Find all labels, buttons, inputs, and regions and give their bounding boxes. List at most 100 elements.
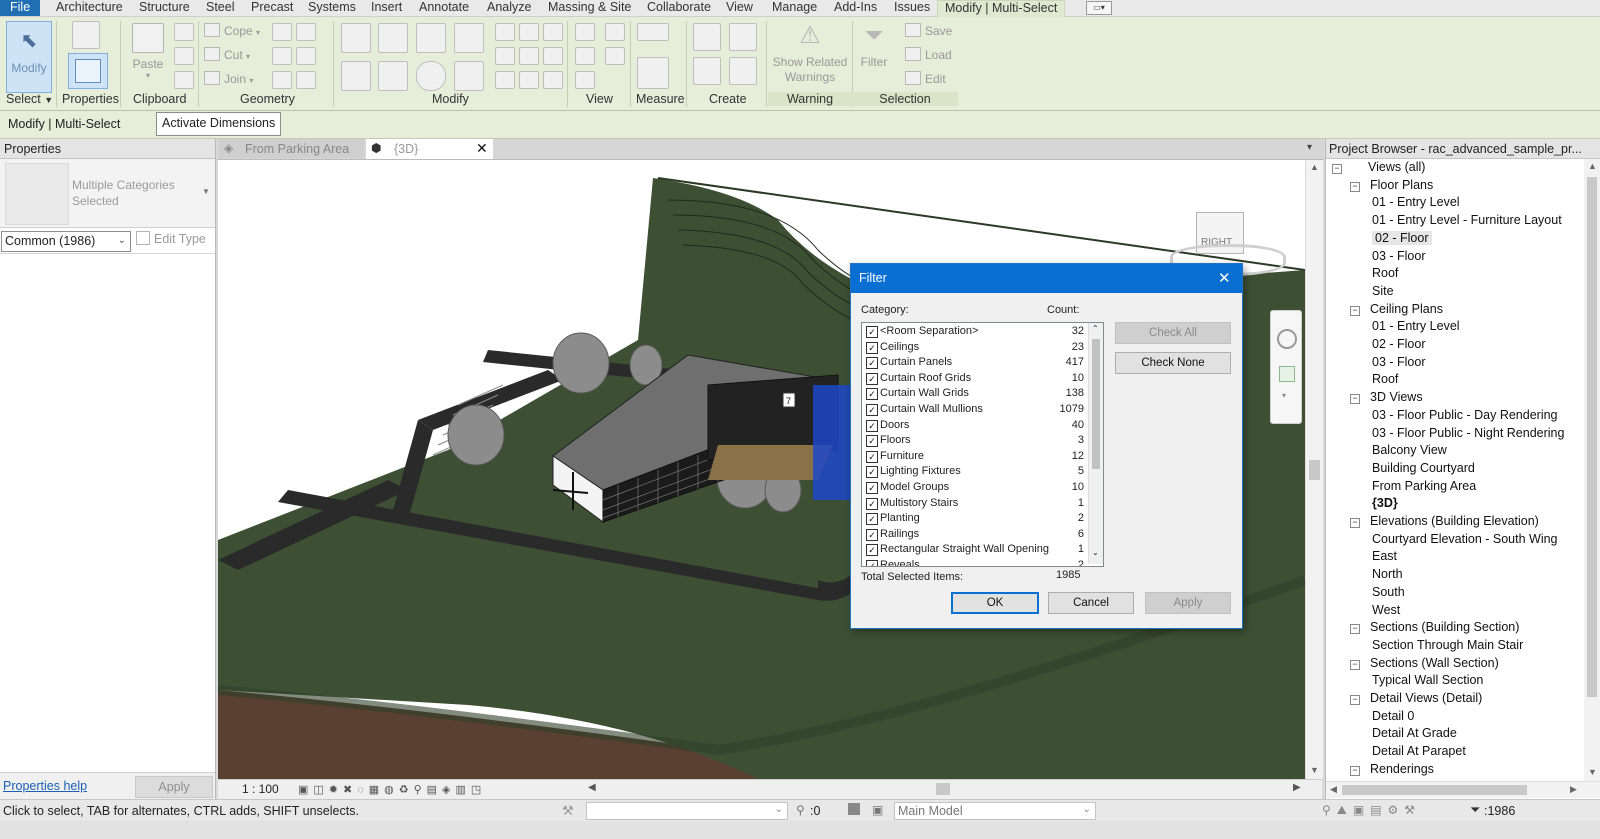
- wall-joins-icon[interactable]: [272, 47, 292, 65]
- tree-collapse-icon[interactable]: −: [1350, 394, 1360, 405]
- create-group-icon[interactable]: [693, 57, 721, 85]
- mirror-pick-axis-icon[interactable]: [416, 23, 446, 53]
- pin-icon[interactable]: [495, 71, 515, 89]
- save-selection-button[interactable]: Save: [905, 23, 952, 38]
- scroll-down-icon[interactable]: ▼: [1310, 765, 1319, 775]
- load-selection-button[interactable]: Load: [905, 47, 952, 62]
- create-parts-icon[interactable]: [729, 23, 757, 51]
- split-gap-icon[interactable]: [519, 23, 539, 41]
- scroll-left-icon[interactable]: ◀: [588, 782, 596, 793]
- check-all-button[interactable]: Check All: [1115, 322, 1231, 344]
- properties-button[interactable]: [68, 53, 108, 89]
- workset-select[interactable]: ⌄: [586, 802, 788, 820]
- check-none-button[interactable]: Check None: [1115, 352, 1231, 374]
- category-checkbox[interactable]: ✓: [866, 497, 878, 510]
- apply-button[interactable]: Apply: [1145, 592, 1231, 614]
- category-row[interactable]: ✓ Model Groups 10: [862, 480, 1086, 496]
- category-row[interactable]: ✓ <Room Separation> 32: [862, 324, 1086, 340]
- browser-hscroll-thumb[interactable]: [1342, 785, 1527, 795]
- cut-clipboard-icon[interactable]: [174, 23, 194, 41]
- tree-collapse-icon[interactable]: −: [1350, 765, 1360, 776]
- browser-view-item[interactable]: 03 - Floor: [1372, 249, 1426, 263]
- category-row[interactable]: ✓ Ceilings 23: [862, 340, 1086, 356]
- match-properties-icon[interactable]: [174, 71, 194, 89]
- tab-analyze[interactable]: Analyze: [487, 0, 531, 16]
- copy-icon[interactable]: [174, 47, 194, 65]
- scroll-right-icon[interactable]: ▶: [1570, 784, 1577, 795]
- category-checkbox[interactable]: ✓: [866, 560, 878, 566]
- nav-dropdown-icon[interactable]: ▾: [1282, 391, 1286, 400]
- override-graphics-icon[interactable]: [605, 23, 625, 41]
- paint-brush-icon[interactable]: [575, 71, 595, 89]
- category-row[interactable]: ✓ Floors 3: [862, 433, 1086, 449]
- tree-collapse-icon[interactable]: −: [1350, 518, 1360, 528]
- category-checkbox[interactable]: ✓: [866, 482, 878, 494]
- category-list-scrollbar[interactable]: ⌃ ⌄: [1088, 323, 1103, 564]
- scroll-up-icon[interactable]: ▲: [1310, 162, 1319, 172]
- category-row[interactable]: ✓ Planting 2: [862, 511, 1086, 527]
- section-box-icon[interactable]: [605, 47, 625, 65]
- browser-horizontal-scrollbar[interactable]: ◀ ▶: [1326, 781, 1600, 798]
- filter-dialog-titlebar[interactable]: Filter ✕: [851, 264, 1242, 293]
- category-checkbox[interactable]: ✓: [866, 341, 878, 354]
- cancel-button[interactable]: Cancel: [1048, 592, 1134, 614]
- scroll-left-icon[interactable]: ◀: [1330, 784, 1337, 795]
- category-row[interactable]: ✓ Doors 40: [862, 418, 1086, 434]
- browser-category[interactable]: Sections (Wall Section): [1370, 656, 1499, 670]
- category-checkbox[interactable]: ✓: [866, 388, 878, 401]
- category-checkbox[interactable]: ✓: [866, 528, 878, 541]
- browser-category[interactable]: Sections (Building Section): [1370, 620, 1519, 634]
- tab-view[interactable]: View: [726, 0, 753, 16]
- browser-view-item[interactable]: 01 - Entry Level: [1372, 319, 1460, 333]
- browser-view-item[interactable]: 01 - Entry Level - Furniture Layout: [1372, 213, 1562, 227]
- category-row[interactable]: ✓ Multistory Stairs 1: [862, 496, 1086, 512]
- type-dropdown-icon[interactable]: ▼: [202, 187, 210, 196]
- filter-button[interactable]: ⏷ Filter: [852, 21, 896, 81]
- browser-category[interactable]: Views (all): [1368, 160, 1425, 174]
- tab-massing-site[interactable]: Massing & Site: [548, 0, 631, 16]
- create-assembly-icon[interactable]: [693, 23, 721, 51]
- properties-help-link[interactable]: Properties help: [3, 779, 87, 793]
- scroll-right-icon[interactable]: ▶: [1293, 782, 1301, 793]
- browser-category[interactable]: Ceiling Plans: [1370, 302, 1443, 316]
- browser-view-item[interactable]: 01 - Entry Level: [1372, 195, 1460, 209]
- view-tab-from-parking-area[interactable]: ◈ From Parking Area: [219, 139, 364, 158]
- type-selector[interactable]: Multiple Categories Selected ▼: [0, 159, 215, 228]
- view-tab-3d[interactable]: ⬢ {3D} ✕: [366, 139, 493, 159]
- category-checkbox[interactable]: ✓: [866, 357, 878, 370]
- category-row[interactable]: ✓ Curtain Panels 417: [862, 355, 1086, 371]
- category-row[interactable]: ✓ Lighting Fixtures 5: [862, 464, 1086, 480]
- browser-view-item[interactable]: Site: [1372, 284, 1394, 298]
- tree-collapse-icon[interactable]: −: [1350, 659, 1360, 670]
- show-related-warnings-button[interactable]: ⚠ Show Related Warnings: [772, 21, 848, 85]
- similar-icon[interactable]: [729, 57, 757, 85]
- category-checkbox[interactable]: ✓: [866, 326, 878, 338]
- design-option-select[interactable]: Main Model ⌄: [894, 802, 1096, 820]
- scale-icon[interactable]: [519, 47, 539, 65]
- editable-only-icon[interactable]: ⚲: [796, 803, 805, 817]
- ok-button[interactable]: OK: [951, 592, 1039, 614]
- browser-view-item[interactable]: Detail At Parapet: [1372, 744, 1466, 758]
- browser-view-item[interactable]: Balcony View: [1372, 443, 1447, 457]
- selection-toggle-icons[interactable]: ⚲⛰▣▤⚙⚒: [1322, 803, 1421, 818]
- category-row[interactable]: ✓ Reveals 2: [862, 558, 1086, 566]
- browser-view-item[interactable]: North: [1372, 567, 1403, 581]
- tab-file[interactable]: File: [0, 0, 41, 16]
- paste-button[interactable]: Paste ▾: [126, 21, 170, 81]
- tab-precast[interactable]: Precast: [251, 0, 293, 16]
- cut-geometry-button[interactable]: Cut ▾: [204, 47, 250, 62]
- horizontal-scroll-thumb[interactable]: [936, 783, 950, 795]
- category-checkbox[interactable]: ✓: [866, 404, 878, 416]
- tab-manage[interactable]: Manage: [772, 0, 817, 16]
- hide-in-view-icon[interactable]: [575, 23, 595, 41]
- tab-steel[interactable]: Steel: [206, 0, 235, 16]
- panel-select[interactable]: Select ▼: [6, 92, 53, 106]
- browser-view-item[interactable]: Courtyard Elevation - South Wing: [1372, 532, 1558, 546]
- category-row[interactable]: ✓ Curtain Wall Grids 138: [862, 386, 1086, 402]
- category-checkbox[interactable]: ✓: [866, 466, 878, 479]
- scroll-down-icon[interactable]: ▼: [1588, 767, 1597, 777]
- close-icon[interactable]: ✕: [1218, 269, 1231, 287]
- unjoin-icon[interactable]: [272, 71, 292, 89]
- steering-wheel-icon[interactable]: [1277, 329, 1297, 349]
- browser-view-item[interactable]: 02 - Floor: [1372, 337, 1426, 351]
